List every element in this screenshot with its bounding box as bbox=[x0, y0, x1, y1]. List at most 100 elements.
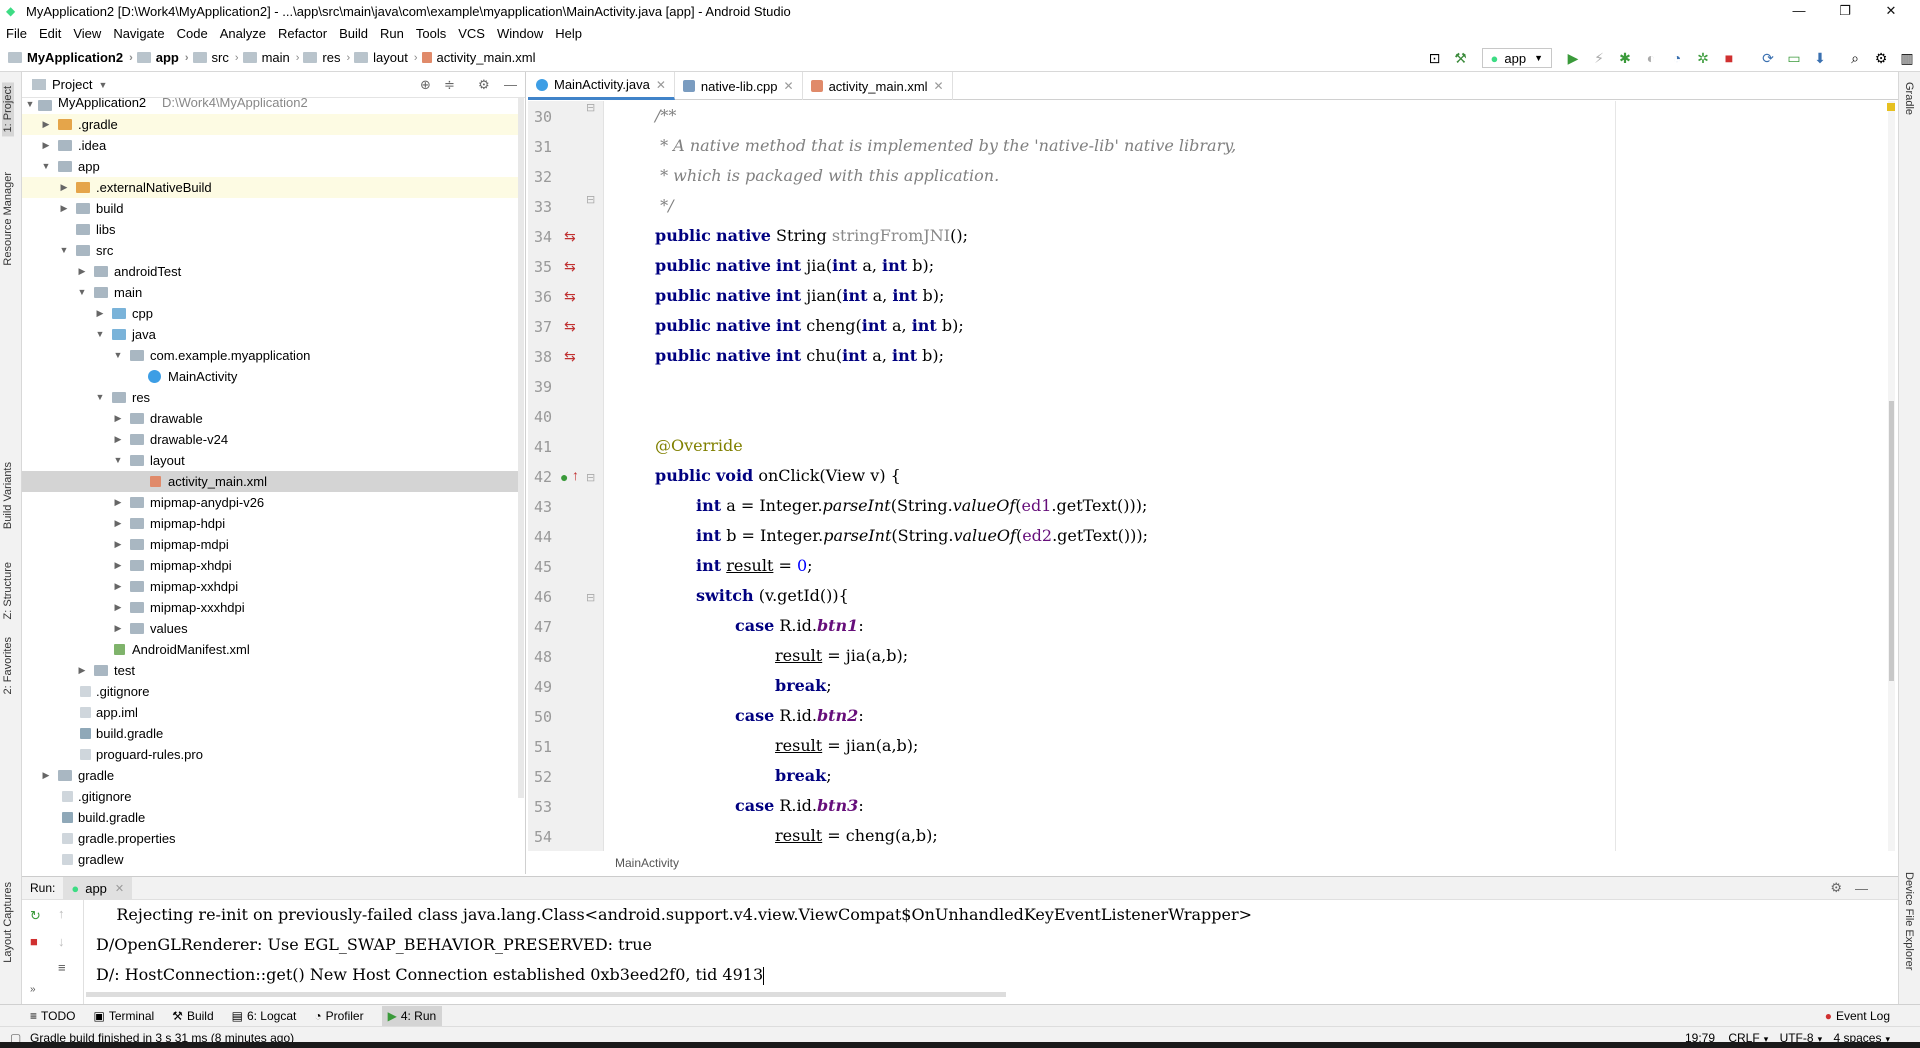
fold-icon[interactable]: ⊟ bbox=[586, 101, 595, 114]
tab-profiler[interactable]: ◔ Profiler bbox=[314, 1009, 363, 1023]
breadcrumb-app[interactable]: app › bbox=[136, 50, 189, 65]
tree-row[interactable]: ▶ mipmap-hdpi bbox=[22, 513, 524, 534]
profile-icon[interactable]: ◔ bbox=[1665, 48, 1689, 68]
debug-icon[interactable]: ✱ bbox=[1613, 48, 1637, 68]
tab-structure[interactable]: Z: Structure bbox=[2, 562, 14, 619]
tab-activity-main[interactable]: activity_main.xml ✕ bbox=[803, 72, 953, 100]
close-icon[interactable]: ✕ bbox=[656, 78, 666, 92]
run-configuration-select[interactable]: ● app ▼ bbox=[1481, 48, 1552, 68]
native-link-icon[interactable]: ⇆ bbox=[564, 348, 576, 365]
tab-terminal[interactable]: ▣ Terminal bbox=[93, 1009, 154, 1023]
tree-row[interactable]: ▶ values bbox=[22, 618, 524, 639]
menu-vcs[interactable]: VCS bbox=[458, 26, 485, 41]
tree-row[interactable]: gradle.properties bbox=[22, 828, 524, 849]
make-project-icon[interactable]: ⚒ bbox=[1449, 48, 1473, 68]
tree-row[interactable]: ▶ mipmap-xxxhdpi bbox=[22, 597, 524, 618]
tree-row[interactable]: AndroidManifest.xml bbox=[22, 639, 524, 660]
menu-run[interactable]: Run bbox=[380, 26, 404, 41]
minimize-icon[interactable]: — bbox=[1776, 0, 1822, 22]
menu-view[interactable]: View bbox=[73, 26, 101, 41]
tree-row[interactable]: build.gradle bbox=[22, 807, 524, 828]
gear-icon[interactable]: ⚙ bbox=[478, 77, 490, 93]
menu-code[interactable]: Code bbox=[177, 26, 208, 41]
run-console[interactable]: Rejecting re-init on previously-failed c… bbox=[86, 900, 1898, 1004]
tab-favorites[interactable]: 2: Favorites bbox=[2, 637, 14, 694]
chevron-down-icon[interactable]: ▼ bbox=[98, 80, 107, 90]
menu-navigate[interactable]: Navigate bbox=[113, 26, 164, 41]
tree-row[interactable]: ▼ java bbox=[22, 324, 524, 345]
override-arrow-icon[interactable]: ↑ bbox=[572, 467, 579, 483]
breadcrumb-src[interactable]: src › bbox=[192, 50, 239, 65]
tree-row[interactable]: libs bbox=[22, 219, 524, 240]
tree-row-root[interactable]: ▼ MyApplication2 D:\Work4\MyApplication2 bbox=[22, 98, 524, 114]
tree-row[interactable]: gradlew bbox=[22, 849, 524, 870]
project-view-select[interactable]: Project bbox=[52, 77, 92, 92]
tab-device-file-explorer[interactable]: Device File Explorer bbox=[1903, 872, 1915, 970]
tree-row-selected[interactable]: activity_main.xml bbox=[22, 471, 524, 492]
soft-wrap-icon[interactable]: ≡ bbox=[58, 960, 66, 975]
tree-row[interactable]: ▼ src bbox=[22, 240, 524, 261]
tab-native-lib[interactable]: native-lib.cpp ✕ bbox=[675, 72, 803, 100]
breadcrumb-project[interactable]: MyApplication2 › bbox=[8, 50, 133, 65]
close-icon[interactable]: ✕ bbox=[115, 882, 124, 895]
tree-row[interactable]: ▶ mipmap-xxhdpi bbox=[22, 576, 524, 597]
menu-build[interactable]: Build bbox=[339, 26, 368, 41]
fold-icon[interactable]: ⊟ bbox=[586, 471, 595, 484]
tab-mainactivity[interactable]: MainActivity.java ✕ bbox=[528, 72, 675, 100]
tree-row[interactable]: build.gradle bbox=[22, 723, 524, 744]
close-icon[interactable]: ✕ bbox=[784, 79, 794, 93]
editor-scrollbar-thumb[interactable] bbox=[1889, 401, 1894, 681]
editor-scrollbar[interactable] bbox=[1888, 101, 1895, 851]
fold-icon[interactable]: ⊟ bbox=[586, 193, 595, 206]
tree-row[interactable]: ▶ .externalNativeBuild bbox=[22, 177, 524, 198]
tab-resource-manager[interactable]: Resource Manager bbox=[2, 172, 14, 266]
locate-icon[interactable]: ⊕ bbox=[420, 77, 431, 93]
stop-icon[interactable]: ■ bbox=[30, 934, 38, 949]
coverage-icon[interactable]: ◐ bbox=[1639, 48, 1663, 68]
menu-help[interactable]: Help bbox=[555, 26, 582, 41]
native-link-icon[interactable]: ⇆ bbox=[564, 288, 576, 305]
implements-icon[interactable]: ● bbox=[560, 469, 568, 485]
menu-analyze[interactable]: Analyze bbox=[220, 26, 266, 41]
tree-row[interactable]: ▶ .idea bbox=[22, 135, 524, 156]
tab-todo[interactable]: ≡ TODO bbox=[30, 1009, 75, 1023]
close-icon[interactable]: ✕ bbox=[934, 79, 944, 93]
tree-row[interactable]: ▼ app bbox=[22, 156, 524, 177]
tree-row[interactable]: ▶ test bbox=[22, 660, 524, 681]
gear-icon[interactable]: ⚙ bbox=[1830, 880, 1842, 896]
scroll-down-icon[interactable]: ↓ bbox=[58, 934, 65, 949]
tree-row[interactable]: ▶ drawable bbox=[22, 408, 524, 429]
tree-row[interactable]: ▶ androidTest bbox=[22, 261, 524, 282]
tree-row[interactable]: .gitignore bbox=[22, 681, 524, 702]
native-link-icon[interactable]: ⇆ bbox=[564, 258, 576, 275]
tab-project[interactable]: 1: Project bbox=[2, 82, 14, 137]
tree-row[interactable]: ▶ gradle bbox=[22, 765, 524, 786]
tree-row[interactable]: ▶ drawable-v24 bbox=[22, 429, 524, 450]
fold-icon[interactable]: ⊟ bbox=[586, 591, 595, 604]
tree-row[interactable]: ▶ cpp bbox=[22, 303, 524, 324]
tree-row[interactable]: ▶ build bbox=[22, 198, 524, 219]
breadcrumb-main[interactable]: main › bbox=[242, 50, 299, 65]
tree-row[interactable]: MainActivity bbox=[22, 366, 524, 387]
tree-row[interactable]: ▼ res bbox=[22, 387, 524, 408]
project-scrollbar[interactable] bbox=[518, 98, 524, 798]
sync-gradle-icon[interactable]: ⟳ bbox=[1756, 48, 1780, 68]
breadcrumb-layout[interactable]: layout › bbox=[354, 50, 418, 65]
tree-row[interactable]: ▼ com.example.myapplication bbox=[22, 345, 524, 366]
rerun-icon[interactable]: ↻ bbox=[30, 908, 41, 924]
tree-row[interactable]: ▶ mipmap-xhdpi bbox=[22, 555, 524, 576]
attach-debugger-icon[interactable]: ✲ bbox=[1691, 48, 1715, 68]
hide-icon[interactable]: — bbox=[504, 77, 517, 92]
editor-breadcrumb-class[interactable]: MainActivity bbox=[615, 856, 679, 870]
close-icon[interactable]: ✕ bbox=[1868, 0, 1914, 22]
warning-marker[interactable] bbox=[1887, 103, 1895, 111]
console-hscrollbar[interactable] bbox=[86, 992, 1006, 997]
more-icon[interactable]: » bbox=[30, 984, 36, 995]
scroll-up-icon[interactable]: ↑ bbox=[58, 906, 65, 921]
code-editor[interactable]: /** * A native method that is implemente… bbox=[605, 101, 1895, 851]
menu-edit[interactable]: Edit bbox=[39, 26, 61, 41]
settings-icon[interactable]: ⚙ bbox=[1869, 48, 1893, 68]
stop-icon[interactable]: ■ bbox=[1717, 48, 1741, 68]
menu-window[interactable]: Window bbox=[497, 26, 543, 41]
breadcrumb-file[interactable]: activity_main.xml bbox=[421, 50, 536, 65]
